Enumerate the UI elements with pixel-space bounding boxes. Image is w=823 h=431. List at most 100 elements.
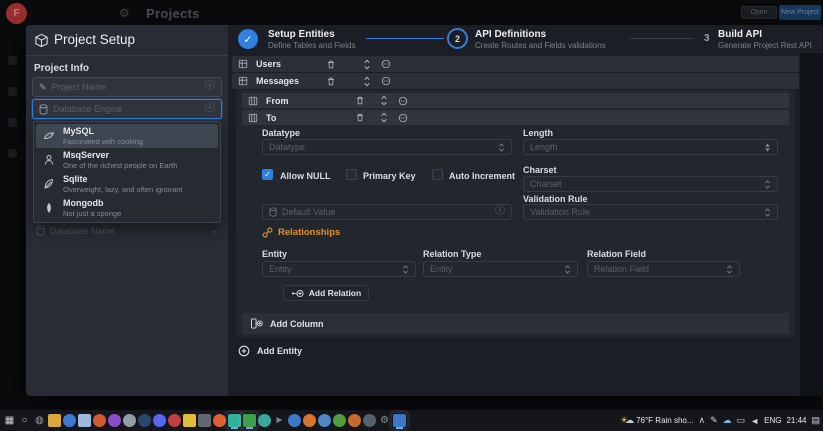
allow-null-checkbox[interactable]: ✓ (262, 169, 273, 180)
field-row-from[interactable]: From (242, 93, 789, 108)
start-icon[interactable]: ▦ (3, 414, 16, 427)
entity-row-messages[interactable]: Messages (232, 73, 799, 89)
photos-icon[interactable] (393, 414, 406, 427)
trash-icon[interactable] (355, 95, 365, 106)
number-spinner-icon[interactable] (764, 142, 771, 153)
database-name-select[interactable]: Database Name ⌄ (36, 225, 218, 236)
info-icon[interactable]: ⓘ (495, 207, 505, 217)
modal-title: Project Setup (54, 32, 135, 47)
more-options-icon[interactable] (398, 96, 408, 106)
app-icon-6[interactable] (138, 414, 151, 427)
rail-icon-1[interactable] (8, 56, 17, 65)
app-icon-1[interactable] (63, 414, 76, 427)
app-icon-16[interactable] (318, 414, 331, 427)
validation-rule-select[interactable]: Validation Rule (523, 204, 778, 220)
volume-icon[interactable]: ◄ (750, 416, 759, 426)
app-icon-11[interactable] (213, 414, 226, 427)
rail-icon-3[interactable] (8, 118, 17, 127)
entity-select[interactable]: Entity (262, 261, 416, 277)
entity-row-users[interactable]: Users (232, 56, 799, 72)
more-options-icon[interactable] (398, 113, 408, 123)
primary-key-checkbox[interactable] (346, 169, 357, 180)
onedrive-cloud-icon[interactable]: ☁ (723, 415, 732, 426)
engine-desc: Fascinated with cooking (63, 137, 143, 146)
length-input[interactable]: Length (523, 139, 778, 155)
new-project-button[interactable]: New Project (779, 5, 821, 20)
engine-option-sqlite[interactable]: Sqlite Overweight, lazy, and often ignor… (36, 172, 218, 196)
app-icon-19[interactable] (363, 414, 376, 427)
app-icon-10[interactable] (198, 414, 211, 427)
add-entity-button[interactable]: Add Entity (238, 345, 302, 357)
datatype-select[interactable]: Datatype (262, 139, 512, 155)
search-icon[interactable]: ○ (18, 414, 31, 427)
app-icon-3[interactable] (93, 414, 106, 427)
relation-type-select[interactable]: Entity (423, 261, 578, 277)
step-1-circle[interactable]: ✓ (238, 29, 258, 49)
sort-icon[interactable] (363, 59, 371, 70)
auto-increment-checkbox[interactable] (432, 169, 443, 180)
settings-gear-icon[interactable]: ⚙ (378, 414, 391, 427)
trash-icon[interactable] (355, 112, 365, 123)
rail-icon-2[interactable] (8, 87, 17, 96)
file-explorer-icon[interactable] (48, 414, 61, 427)
project-name-input[interactable] (52, 82, 200, 92)
step-2-title: API Definitions (475, 29, 546, 40)
add-entity-label: Add Entity (257, 346, 302, 356)
app-icon-5[interactable] (123, 414, 136, 427)
field-row-to[interactable]: To (242, 110, 789, 125)
weather-widget[interactable]: ☀☁ 76°F Rain sho... (620, 415, 694, 426)
charset-label: Charset (523, 165, 557, 175)
app-icon-7[interactable] (153, 414, 166, 427)
app-icon-18[interactable] (348, 414, 361, 427)
avatar[interactable]: F (6, 3, 27, 24)
clock[interactable]: 21:44 (786, 416, 806, 425)
charset-select[interactable]: Charset (523, 176, 778, 192)
table-column-icon (248, 113, 258, 123)
engine-desc: One of the richest people on Earth (63, 161, 177, 170)
cortana-icon[interactable]: ◍ (33, 414, 46, 427)
app-icon-active-green[interactable] (243, 414, 256, 427)
select-chevrons-icon (498, 142, 505, 153)
engine-option-mongodb[interactable]: Mongodb Not just a sponge (36, 196, 218, 220)
info-icon[interactable]: ⓘ (205, 82, 215, 92)
project-name-field[interactable]: ✎ ⓘ (32, 77, 222, 97)
gear-icon[interactable]: ⚙ (119, 6, 130, 20)
step-3-number[interactable]: 3 (704, 33, 710, 44)
sort-icon[interactable] (363, 76, 371, 87)
trash-icon[interactable] (326, 76, 336, 87)
open-button[interactable]: Open (741, 6, 777, 19)
more-options-icon[interactable] (381, 76, 391, 86)
app-icon-15[interactable] (303, 414, 316, 427)
chevron-up-icon[interactable]: ∧ (699, 415, 706, 426)
display-icon[interactable]: ▭ (737, 415, 746, 426)
step-2-circle[interactable]: 2 (447, 28, 468, 49)
app-icon-8[interactable] (168, 414, 181, 427)
app-icon-17[interactable] (333, 414, 346, 427)
rail-icon-4[interactable] (8, 149, 17, 158)
app-icon-13[interactable]: ► (273, 414, 286, 427)
add-column-button[interactable]: Add Column (242, 313, 789, 334)
add-relation-button[interactable]: Add Relation (283, 285, 369, 301)
sort-icon[interactable] (380, 95, 388, 106)
app-icon-12[interactable] (258, 414, 271, 427)
engine-option-msqserver[interactable]: MsqServer One of the richest people on E… (36, 148, 218, 172)
default-value-input[interactable]: Default Value ⓘ (262, 204, 512, 220)
app-icon-4[interactable] (108, 414, 121, 427)
relation-field-label: Relation Field (587, 249, 646, 259)
database-engine-field[interactable]: ⓘ (32, 99, 222, 119)
pen-icon[interactable]: ✎ (710, 415, 718, 426)
sort-icon[interactable] (380, 112, 388, 123)
app-icon-9[interactable] (183, 414, 196, 427)
info-icon[interactable]: ⓘ (205, 104, 215, 114)
more-options-icon[interactable] (381, 59, 391, 69)
app-icon-2[interactable] (78, 414, 91, 427)
language-indicator[interactable]: ENG (764, 416, 781, 425)
trash-icon[interactable] (326, 59, 336, 70)
engine-option-mysql[interactable]: MySQL Fascinated with cooking (36, 124, 218, 148)
database-icon (36, 225, 45, 236)
app-icon-active-teal[interactable] (228, 414, 241, 427)
relation-field-select[interactable]: Relation Field (587, 261, 740, 277)
action-center-icon[interactable]: ▤ (811, 415, 820, 426)
app-icon-14[interactable] (288, 414, 301, 427)
database-engine-input[interactable] (53, 104, 200, 114)
